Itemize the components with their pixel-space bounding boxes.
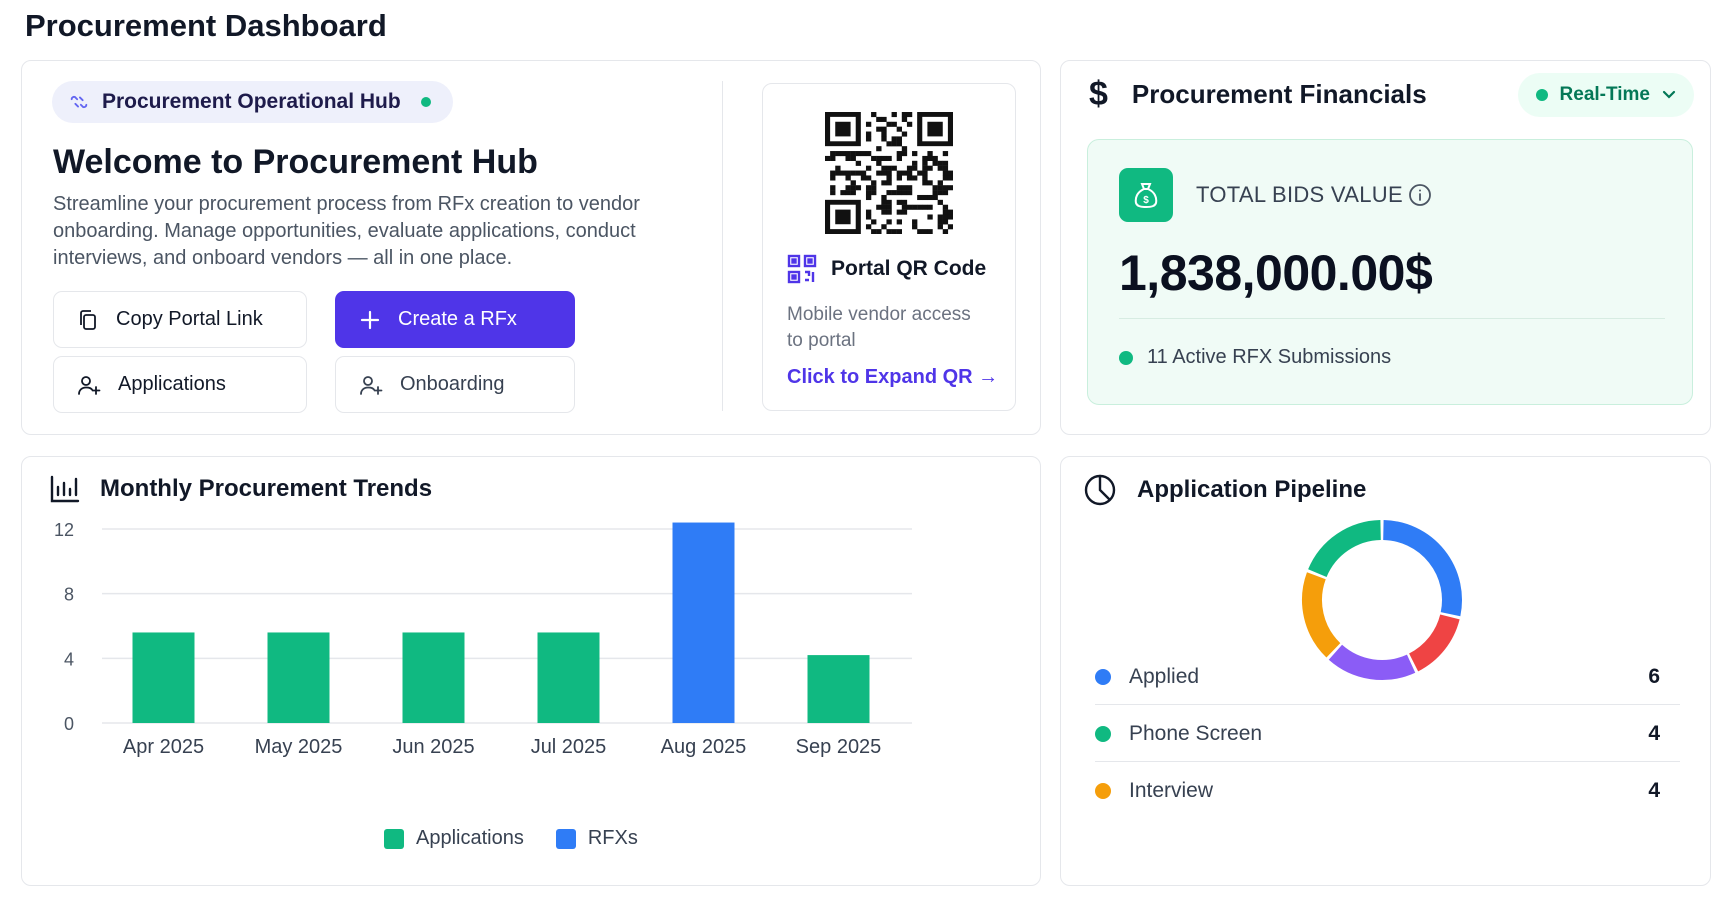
- hub-badge: Procurement Operational Hub: [52, 81, 453, 123]
- bar-applications[interactable]: [132, 632, 195, 723]
- stage-dot: [1095, 783, 1111, 799]
- create-rfx-label: Create a RFx: [398, 308, 517, 330]
- x-tick-label: Apr 2025: [123, 736, 204, 758]
- copy-portal-link-label: Copy Portal Link: [116, 308, 263, 330]
- dollar-icon: $: [1089, 75, 1108, 113]
- live-dot: [1535, 89, 1548, 101]
- trends-title: Monthly Procurement Trends: [100, 475, 433, 502]
- financials-heading: $ Procurement Financials: [1089, 75, 1427, 114]
- stage-label: Interview: [1129, 779, 1214, 802]
- x-tick-label: Sep 2025: [796, 736, 882, 758]
- copy-icon: [80, 309, 96, 330]
- plus-icon: [360, 310, 380, 329]
- legend-swatch: [384, 828, 404, 849]
- realtime-label: Real-Time: [1559, 84, 1650, 105]
- stage-label: Applied: [1129, 664, 1200, 688]
- total-bids-value: 1,838,000.00$: [1119, 245, 1433, 301]
- onboarding-label: Onboarding: [400, 373, 505, 395]
- bar-applications[interactable]: [267, 632, 330, 723]
- pie-chart-icon: [1084, 474, 1116, 506]
- realtime-dropdown[interactable]: Real-Time: [1517, 73, 1694, 117]
- x-tick-label: Jul 2025: [531, 736, 607, 758]
- trends-heading: Monthly Procurement Trends: [50, 475, 432, 503]
- stage-dot: [1095, 668, 1111, 685]
- donut-segment[interactable]: [1302, 572, 1341, 658]
- y-tick-label: 12: [54, 520, 74, 540]
- stage-dot: [1095, 725, 1111, 742]
- stage-count: 4: [1648, 779, 1660, 802]
- status-dot: [1119, 350, 1133, 365]
- chart-legend: Applications RFXs: [384, 827, 638, 850]
- pipeline-heading: Application Pipeline: [1083, 473, 1366, 507]
- trends-card: 0 4 8 12 Apr 2025 May 2025 Jun 2025 Jul 2025 Aug…: [21, 456, 1041, 886]
- total-bids-panel: $ TOTAL BIDS VALUE 1,838,000.00$ 11 Acti…: [1087, 139, 1693, 405]
- pipeline-row-applied: Applied 6: [1095, 649, 1680, 705]
- welcome-title: Welcome to Procurement Hub: [53, 143, 538, 181]
- qr-icon: [787, 254, 817, 284]
- qr-title: Portal QR Code: [831, 257, 987, 280]
- y-tick-label: 8: [64, 585, 74, 605]
- pipeline-row-interview: Interview 4: [1095, 763, 1680, 819]
- y-tick-label: 0: [64, 714, 74, 734]
- applications-label: Applications: [118, 373, 226, 395]
- legend-rfxs[interactable]: RFXs: [555, 827, 638, 850]
- user-plus-icon: [78, 375, 101, 395]
- active-submissions-label: 11 Active RFX Submissions: [1147, 346, 1392, 368]
- x-tick-label: Aug 2025: [661, 736, 747, 758]
- applications-button[interactable]: Applications: [53, 356, 307, 413]
- stage-count: 6: [1648, 664, 1660, 688]
- qr-code-image[interactable]: [825, 112, 953, 234]
- trend-chart: 0 4 8 12 Apr 2025 May 2025 Jun 2025 Jul 2025 Aug…: [54, 520, 912, 758]
- bar-applications[interactable]: [807, 655, 870, 723]
- bar-rfxs[interactable]: [672, 522, 735, 723]
- total-bids-label: TOTAL BIDS VALUE: [1196, 182, 1403, 207]
- divider: [1119, 318, 1665, 319]
- financials-card: $ Procurement Financials Real-Time $ TOT…: [1060, 60, 1711, 435]
- link-icon: [70, 95, 88, 109]
- donut-segment[interactable]: [1382, 520, 1462, 617]
- y-tick-label: 4: [64, 649, 74, 669]
- legend-swatch: [555, 828, 576, 849]
- welcome-description: Streamline your procurement process from…: [53, 193, 640, 269]
- bar-applications[interactable]: [402, 632, 465, 723]
- copy-portal-link-button[interactable]: Copy Portal Link: [53, 291, 307, 348]
- donut-segment[interactable]: [1308, 520, 1382, 578]
- bar-applications[interactable]: [537, 632, 600, 723]
- pipeline-card: Application Pipeline Applied 6 Phone Scr…: [1060, 456, 1711, 886]
- onboarding-button[interactable]: Onboarding: [335, 356, 575, 413]
- active-submissions: 11 Active RFX Submissions: [1119, 346, 1391, 369]
- divider: [722, 81, 723, 411]
- expand-qr-link[interactable]: Click to Expand QR →: [787, 366, 998, 389]
- pipeline-row-phone-screen: Phone Screen 4: [1095, 706, 1680, 762]
- svg-text:$: $: [1143, 195, 1149, 206]
- x-tick-label: May 2025: [255, 736, 343, 758]
- user-plus-icon: [360, 375, 383, 395]
- legend-label: Applications: [416, 827, 524, 849]
- stage-label: Phone Screen: [1129, 721, 1263, 745]
- pipeline-title: Application Pipeline: [1137, 476, 1367, 503]
- info-icon[interactable]: [1408, 183, 1432, 207]
- qr-heading: Portal QR Code: [787, 254, 986, 284]
- welcome-card: Procurement Operational Hub Welcome to P…: [21, 60, 1041, 435]
- qr-card[interactable]: Portal QR Code Mobile vendor access to p…: [762, 83, 1016, 411]
- money-bag-icon: $: [1119, 168, 1173, 222]
- chevron-down-icon: [1662, 90, 1676, 99]
- qr-subtitle: Mobile vendor access to portal: [787, 304, 971, 351]
- stage-count: 4: [1648, 721, 1660, 745]
- page-title: Procurement Dashboard: [25, 8, 387, 43]
- status-dot: [420, 97, 431, 107]
- legend-applications[interactable]: Applications: [384, 827, 524, 850]
- bar-chart-icon: [50, 475, 80, 503]
- hub-badge-label: Procurement Operational Hub: [102, 90, 401, 113]
- financials-title: Procurement Financials: [1131, 79, 1427, 109]
- legend-label: RFXs: [587, 827, 638, 849]
- create-rfx-button[interactable]: Create a RFx: [335, 291, 575, 348]
- x-tick-label: Jun 2025: [392, 736, 474, 758]
